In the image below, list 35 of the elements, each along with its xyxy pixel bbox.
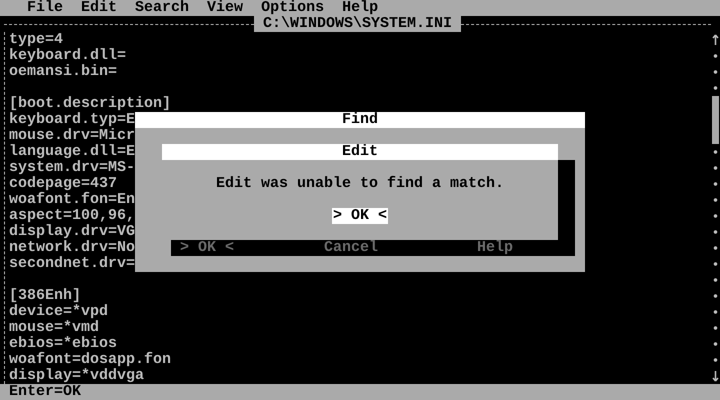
dialog-title: Edit xyxy=(162,144,558,160)
code-line: display=*vddvga xyxy=(9,368,144,384)
code-line: network.drv=No xyxy=(9,240,136,256)
code-line: keyboard.typ=E xyxy=(9,112,136,128)
up-arrow-icon[interactable] xyxy=(712,34,719,46)
code-line: language.dll=E xyxy=(9,144,136,160)
scroll-thumb[interactable] xyxy=(712,96,719,144)
ok-button[interactable]: > OK < xyxy=(332,208,388,224)
code-line: display.drv=VG xyxy=(9,224,136,240)
menu-item[interactable]: Help xyxy=(342,0,378,16)
code-line: [386Enh] xyxy=(9,288,82,304)
code-line: [boot.description] xyxy=(9,96,172,112)
menu-item[interactable]: Options xyxy=(261,0,324,16)
code-line: mouse.drv=Micr xyxy=(9,128,136,144)
code-line: device=*vpd xyxy=(9,304,108,320)
alert-message: Edit was unable to find a match. xyxy=(216,176,504,192)
code-line: system.drv=MS- xyxy=(9,160,136,176)
code-line: woafont=dosapp.fon xyxy=(9,352,172,368)
code-line: ebios=*ebios xyxy=(9,336,118,352)
code-line: codepage=437 xyxy=(9,176,118,192)
code-line: aspect=100,96, xyxy=(9,208,136,224)
code-line: woafont.fon=En xyxy=(9,192,136,208)
menu-item[interactable]: Edit xyxy=(81,0,118,16)
dialog-title: Find xyxy=(135,112,585,128)
menu-item[interactable]: View xyxy=(207,0,244,16)
code-line: oemansi.bin= xyxy=(9,64,118,80)
file-title: C:\WINDOWS\SYSTEM.INI xyxy=(254,16,462,32)
code-line: keyboard.dll= xyxy=(9,48,126,64)
menu-item[interactable]: Search xyxy=(135,0,190,16)
code-line: secondnet.drv= xyxy=(9,256,136,272)
code-line: mouse=*vmd xyxy=(9,320,100,336)
status-text: Enter=OK xyxy=(9,384,82,400)
code-line: type=4 xyxy=(9,32,64,48)
down-arrow-icon[interactable] xyxy=(712,370,719,382)
menu-item[interactable]: File xyxy=(27,0,64,16)
